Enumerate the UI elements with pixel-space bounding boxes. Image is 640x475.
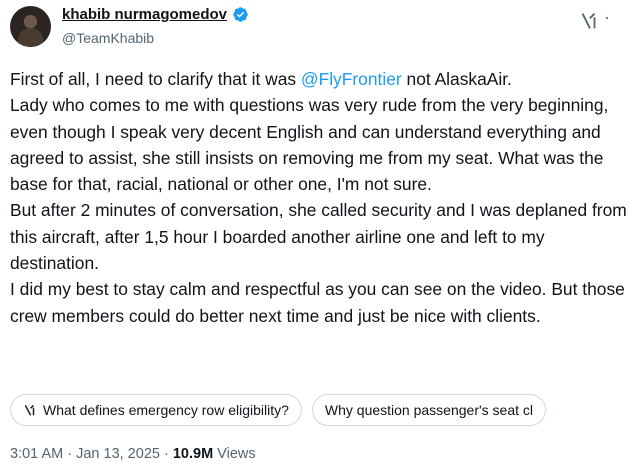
- grok-suggestions: What defines emergency row eligibility? …: [10, 394, 640, 428]
- author-name[interactable]: khabib nurmagomedov: [62, 6, 227, 23]
- grok-icon: [24, 404, 35, 416]
- more-options-icon[interactable]: ·: [604, 8, 611, 26]
- tweet-meta: 3:01 AM · Jan 13, 2025 · 10.9M Views: [10, 446, 256, 462]
- grok-suggestion-chip[interactable]: What defines emergency row eligibility?: [10, 394, 302, 426]
- tweet-paragraph-3: But after 2 minutes of conversation, she…: [10, 200, 627, 274]
- grok-suggestion-chip[interactable]: Why question passenger's seat cl: [311, 394, 547, 426]
- tweet-paragraph-1: First of all, I need to clarify that it …: [10, 66, 632, 92]
- meta-separator: ·: [159, 446, 173, 462]
- views-count: 10.9M: [172, 446, 214, 462]
- avatar[interactable]: [10, 6, 51, 47]
- author-name-row: khabib nurmagomedov: [62, 6, 249, 23]
- grok-suggestion-label: What defines emergency row eligibility?: [43, 402, 289, 418]
- grok-suggestion-label: Why question passenger's seat cl: [324, 402, 534, 418]
- tweet-date[interactable]: Jan 13, 2025: [76, 446, 160, 462]
- mention-link[interactable]: @FlyFrontier: [301, 69, 402, 89]
- tweet-text-segment: not AlaskaAir.: [401, 69, 512, 89]
- tweet-paragraph-2: Lady who comes to me with questions was …: [10, 95, 609, 195]
- meta-separator: ·: [63, 446, 77, 462]
- views-label: Views: [213, 446, 256, 462]
- verified-badge-icon: [233, 7, 248, 22]
- tweet-paragraph-4: I did my best to stay calm and respectfu…: [10, 279, 625, 326]
- tweet-time[interactable]: 3:01 AM: [10, 446, 63, 462]
- author-handle[interactable]: @TeamKhabib: [62, 30, 154, 46]
- tweet-text-segment: First of all, I need to clarify that it …: [10, 69, 301, 89]
- tweet-text: First of all, I need to clarify that it …: [10, 66, 632, 329]
- grok-icon[interactable]: [578, 10, 600, 32]
